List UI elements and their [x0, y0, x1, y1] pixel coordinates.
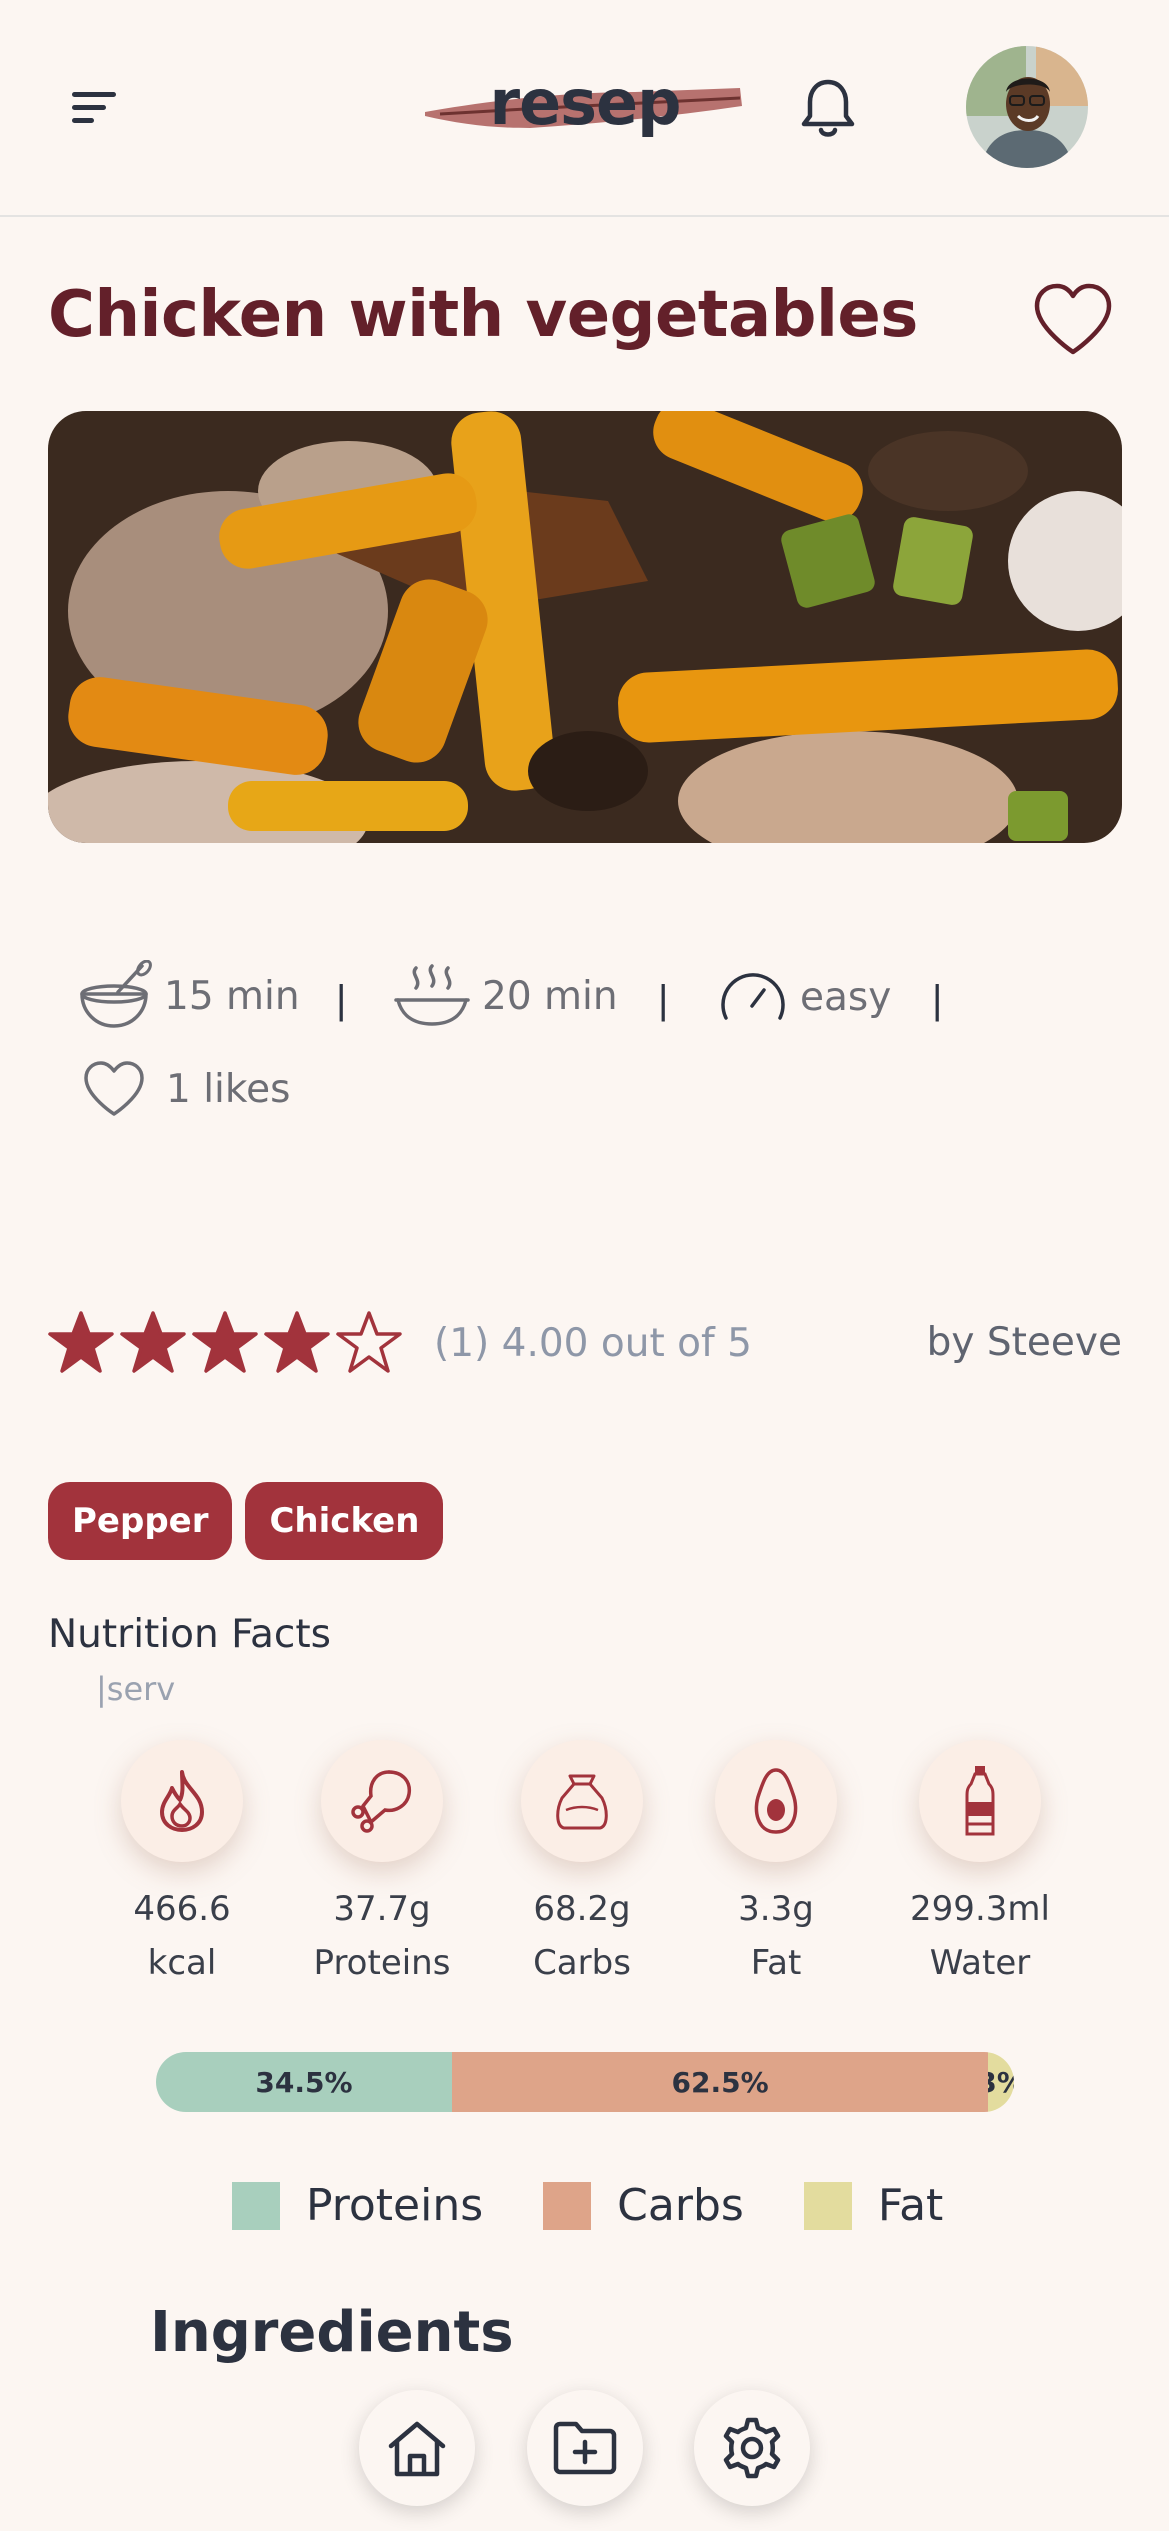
- ingredients-title: Ingredients: [150, 2300, 514, 2365]
- nutrition-label: Water: [929, 1943, 1031, 1983]
- legend-proteins: Proteins: [232, 2180, 483, 2231]
- star-empty-icon[interactable]: [334, 1310, 404, 1376]
- drumstick-icon: [351, 1770, 412, 1833]
- rating-text: (1) 4.00 out of 5: [434, 1320, 752, 1366]
- nutrition-icon-circle: [715, 1740, 837, 1862]
- prep-time: 15 min: [76, 960, 300, 1032]
- legend-swatch: [543, 2181, 592, 2230]
- macro-distribution-bar: 34.5%62.5%3%: [156, 2052, 1014, 2112]
- heart-outline-icon: [1034, 283, 1112, 355]
- likes-text: 1 likes: [166, 1066, 291, 1112]
- meta-separator: |: [932, 978, 943, 1022]
- food-photo: [48, 411, 1122, 843]
- nav-home-button[interactable]: [359, 2390, 475, 2506]
- nutrition-icon-circle: [919, 1740, 1041, 1862]
- nutrition-icon-circle: [121, 1740, 243, 1862]
- prep-time-text: 15 min: [164, 973, 300, 1019]
- star-filled-icon[interactable]: [46, 1310, 116, 1376]
- tag-list: Pepper Chicken: [48, 1482, 444, 1560]
- nav-settings-button[interactable]: [694, 2390, 810, 2506]
- settings-gear-icon: [723, 2417, 781, 2479]
- add-folder-icon: [553, 2421, 617, 2475]
- star-filled-icon[interactable]: [190, 1310, 260, 1376]
- author[interactable]: by Steeve: [927, 1320, 1122, 1365]
- avocado-icon: [754, 1768, 798, 1834]
- avatar[interactable]: [966, 46, 1088, 168]
- legend-swatch: [232, 2181, 280, 2230]
- mixing-bowl-icon: [80, 960, 152, 1028]
- tag-chicken[interactable]: Chicken: [245, 1482, 444, 1560]
- nutrition-label: Fat: [750, 1943, 802, 1983]
- meta-separator: |: [658, 978, 669, 1022]
- rating: (1) 4.00 out of 5: [46, 1310, 752, 1376]
- menu-button[interactable]: [70, 88, 120, 128]
- heart-outline-icon: [84, 1061, 144, 1116]
- nutrition-title: Nutrition Facts: [48, 1612, 331, 1657]
- nutrition-label: Proteins: [313, 1943, 451, 1983]
- nutrition-serving: |serv: [96, 1670, 176, 1708]
- rating-stars[interactable]: [46, 1310, 404, 1376]
- nutrition-label: Carbs: [533, 1943, 631, 1983]
- nutrition-fat: 3.3g Fat: [676, 1740, 876, 1990]
- app-logo[interactable]: resep: [420, 62, 750, 142]
- likes: 1 likes: [82, 1060, 290, 1118]
- nutrition-label: kcal: [147, 1943, 217, 1983]
- cook-time: 20 min: [394, 960, 618, 1032]
- app-header: resep: [0, 0, 1169, 217]
- cook-time-text: 20 min: [482, 973, 618, 1019]
- water-bottle-icon: [965, 1766, 995, 1836]
- avatar-image: [966, 46, 1088, 168]
- nav-add-folder-button[interactable]: [527, 2390, 643, 2506]
- nutrition-water: 299.3ml Water: [880, 1740, 1080, 1990]
- favorite-button[interactable]: [1032, 282, 1114, 358]
- legend-label: Carbs: [617, 2180, 744, 2231]
- tag-pepper[interactable]: Pepper: [48, 1482, 233, 1560]
- macro-segment-proteins: 34.5%: [156, 2052, 452, 2112]
- legend-label: Fat: [877, 2180, 944, 2231]
- star-filled-icon[interactable]: [262, 1310, 332, 1376]
- steaming-pot-icon: [394, 964, 470, 1026]
- recipe-meta: 15 min | 20 min | easy | 1 likes: [0, 960, 1169, 1120]
- nutrition-value: 466.6: [133, 1889, 231, 1929]
- difficulty-text: easy: [800, 974, 892, 1020]
- macro-segment-carbs: 62.5%: [452, 2052, 989, 2112]
- meta-separator: |: [336, 978, 347, 1022]
- bell-icon: [801, 79, 855, 137]
- legend-fat: Fat: [803, 2180, 944, 2231]
- nutrition-value: 68.2g: [533, 1889, 631, 1929]
- page-title: Chicken with vegetables: [48, 278, 918, 352]
- nutrition-carbs: 68.2g Carbs: [482, 1740, 682, 1990]
- legend-swatch: [803, 2181, 852, 2230]
- star-filled-icon[interactable]: [118, 1310, 188, 1376]
- home-icon: [388, 2421, 446, 2477]
- flame-icon: [160, 1770, 204, 1832]
- macro-segment-fat: 3%: [988, 2052, 1014, 2112]
- macro-legend: Proteins Carbs Fat: [232, 2180, 1003, 2231]
- nutrition-value: 37.7g: [333, 1889, 431, 1929]
- flour-sack-icon: [556, 1774, 608, 1830]
- recipe-image: [48, 411, 1122, 843]
- notifications-button[interactable]: [798, 76, 858, 140]
- difficulty: easy: [718, 962, 891, 1032]
- legend-label: Proteins: [306, 2180, 484, 2231]
- logo-text: resep: [489, 66, 682, 139]
- hamburger-menu-icon: [72, 92, 116, 123]
- nutrition-value: 3.3g: [738, 1889, 814, 1929]
- nutrition-proteins: 37.7g Proteins: [282, 1740, 482, 1990]
- nutrition-value: 299.3ml: [910, 1889, 1050, 1929]
- nutrition-icon-circle: [521, 1740, 643, 1862]
- nutrition-kcal: 466.6 kcal: [82, 1740, 282, 1990]
- legend-carbs: Carbs: [543, 2180, 744, 2231]
- nutrition-icon-circle: [321, 1740, 443, 1862]
- gauge-icon: [721, 973, 785, 1020]
